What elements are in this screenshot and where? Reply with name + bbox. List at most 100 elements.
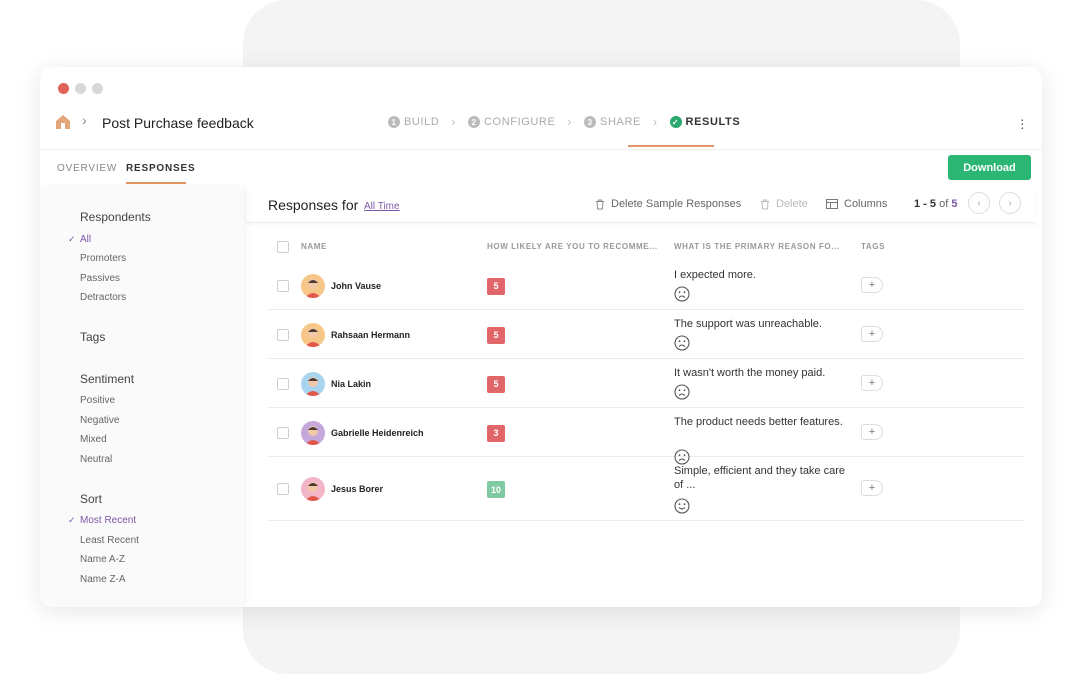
respondent-name[interactable]: Jesus Borer	[331, 484, 383, 494]
add-tag-button[interactable]: +	[861, 276, 883, 293]
step-build[interactable]: 1 BUILD	[388, 116, 439, 128]
top-bar: › Post Purchase feedback 1 BUILD › 2 CON…	[40, 105, 1042, 149]
filter-negative[interactable]: Negative	[80, 415, 119, 426]
columns-label: Columns	[844, 198, 888, 210]
respondent-name[interactable]: Gabrielle Heidenreich	[331, 428, 424, 438]
table-row[interactable]: Rahsaan Hermann 5 The support was unreacha…	[268, 310, 1024, 359]
column-header-reason[interactable]: WHAT IS THE PRIMARY REASON FO...	[674, 242, 840, 251]
responses-panel: Responses for All Time Delete Sample Res…	[246, 187, 1042, 607]
chevron-right-icon: ›	[1008, 197, 1012, 209]
row-checkbox[interactable]	[277, 426, 289, 439]
kebab-menu-icon[interactable]: · · ·	[1020, 112, 1025, 134]
chevron-left-icon: ‹	[977, 197, 981, 209]
avatar	[301, 371, 325, 396]
avatar	[301, 322, 325, 347]
respondents-heading: Respondents	[80, 210, 151, 224]
filter-neutral[interactable]: Neutral	[80, 454, 112, 465]
maximize-window-dot[interactable]	[92, 83, 103, 94]
columns-icon	[826, 199, 838, 209]
filter-detractors[interactable]: Detractors	[80, 292, 126, 303]
active-tab-underline	[126, 182, 186, 184]
reason-text: I expected more.	[674, 269, 756, 281]
respondent-name[interactable]: Nia Lakin	[331, 379, 371, 389]
table-row[interactable]: Jesus Borer 10 Simple, efficient and they …	[268, 457, 1024, 521]
step-configure[interactable]: 2 CONFIGURE	[468, 116, 555, 128]
prev-page-button[interactable]: ‹	[968, 192, 990, 214]
score-badge: 5	[487, 375, 505, 393]
column-header-tags[interactable]: TAGS	[861, 242, 885, 251]
home-icon[interactable]	[54, 113, 72, 131]
active-step-underline	[628, 145, 714, 147]
page-range: 1 - 5	[914, 198, 937, 210]
next-page-button[interactable]: ›	[999, 192, 1021, 214]
avatar	[301, 420, 325, 445]
step-label: SHARE	[600, 116, 641, 128]
add-tag-button[interactable]: +	[861, 374, 883, 391]
score-badge: 5	[487, 277, 505, 295]
step-share[interactable]: 3 SHARE	[584, 116, 641, 128]
filter-positive[interactable]: Positive	[80, 395, 115, 406]
reason-text: It wasn't worth the money paid.	[674, 367, 826, 379]
filter-passives[interactable]: Passives	[80, 273, 120, 284]
add-tag-button[interactable]: +	[861, 325, 883, 342]
select-all-checkbox[interactable]	[277, 241, 289, 253]
add-tag-button[interactable]: +	[861, 480, 883, 496]
delete-sample-label: Delete Sample Responses	[611, 198, 742, 210]
sort-heading: Sort	[80, 492, 103, 506]
table-row[interactable]: Nia Lakin 5 It wasn't worth the money paid…	[268, 359, 1024, 408]
add-tag-button[interactable]: +	[861, 423, 883, 440]
sort-name-za[interactable]: Name Z-A	[80, 574, 126, 585]
trash-icon	[761, 199, 769, 209]
delete-button[interactable]: Delete	[760, 198, 808, 210]
filter-label: All	[80, 234, 92, 245]
row-checkbox[interactable]	[277, 328, 289, 341]
row-checkbox[interactable]	[277, 483, 289, 495]
sort-least-recent[interactable]: Least Recent	[80, 535, 139, 546]
avatar	[301, 273, 325, 298]
step-label: BUILD	[404, 116, 440, 128]
chevron-right-icon: ›	[567, 115, 573, 129]
check-icon: ✓	[68, 515, 76, 525]
delete-label: Delete	[776, 198, 808, 210]
filter-all[interactable]: ✓ All	[68, 234, 92, 245]
wizard-steps: 1 BUILD › 2 CONFIGURE › 3 SHARE › ✓ RESU…	[388, 115, 740, 129]
page-of: of	[939, 198, 949, 210]
time-range-link[interactable]: All Time	[364, 201, 400, 212]
row-checkbox[interactable]	[277, 279, 289, 292]
sort-most-recent[interactable]: ✓ Most Recent	[68, 515, 136, 526]
window-controls	[58, 83, 103, 94]
tags-heading[interactable]: Tags	[80, 330, 105, 344]
row-checkbox[interactable]	[277, 377, 289, 390]
minimize-window-dot[interactable]	[75, 83, 86, 94]
sad-face-icon	[674, 384, 690, 400]
respondent-name[interactable]: Rahsaan Hermann	[331, 330, 410, 340]
page-total: 5	[951, 198, 958, 210]
close-window-dot[interactable]	[58, 83, 69, 94]
step-number: 3	[584, 116, 597, 128]
step-label: RESULTS	[685, 116, 741, 128]
step-results[interactable]: ✓ RESULTS	[669, 116, 741, 128]
filter-mixed[interactable]: Mixed	[80, 434, 107, 445]
download-button[interactable]: Download	[948, 155, 1031, 180]
tab-responses[interactable]: RESPONSES	[126, 163, 195, 174]
sentiment-heading: Sentiment	[80, 372, 135, 386]
tab-overview[interactable]: OVERVIEW	[57, 163, 117, 174]
filter-promoters[interactable]: Promoters	[80, 253, 126, 264]
tab-bar: OVERVIEW RESPONSES Download	[40, 149, 1042, 187]
score-badge: 10	[487, 481, 505, 498]
column-header-likelihood[interactable]: HOW LIKELY ARE YOU TO RECOMME...	[487, 242, 658, 251]
table-row[interactable]: John Vause 5 I expected more. +	[268, 261, 1024, 310]
breadcrumb-separator: ›	[82, 112, 87, 128]
respondent-name[interactable]: John Vause	[331, 281, 381, 291]
table-header: NAME HOW LIKELY ARE YOU TO RECOMME... WH…	[268, 233, 1024, 261]
sort-name-az[interactable]: Name A-Z	[80, 554, 125, 565]
step-number: 2	[468, 116, 481, 128]
check-icon: ✓	[68, 234, 76, 244]
chevron-right-icon: ›	[652, 115, 658, 129]
column-header-name[interactable]: NAME	[301, 242, 327, 251]
delete-sample-responses-button[interactable]: Delete Sample Responses	[595, 198, 741, 210]
columns-button[interactable]: Columns	[826, 198, 887, 210]
score-badge: 5	[487, 326, 505, 344]
table-row[interactable]: Gabrielle Heidenreich 3 The product needs …	[268, 408, 1024, 465]
sad-face-icon	[674, 335, 690, 351]
